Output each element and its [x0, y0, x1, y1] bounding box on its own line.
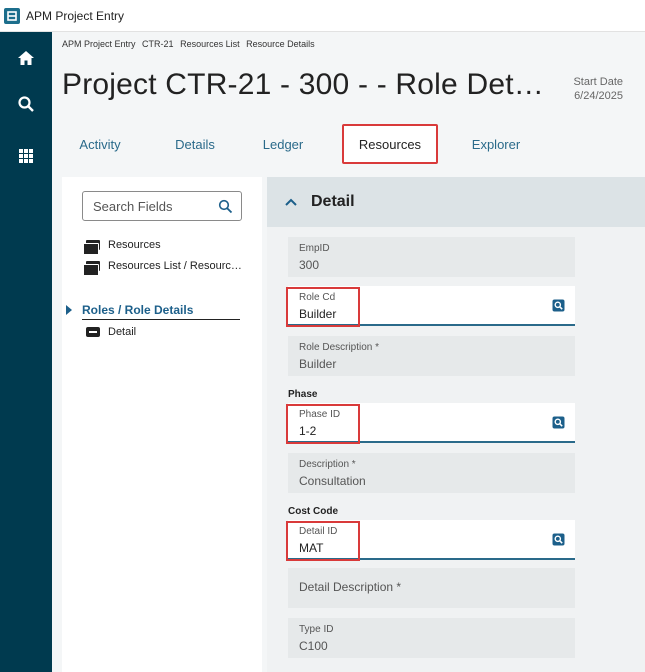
lookup-icon[interactable] [552, 299, 565, 312]
phase-group-label: Phase [288, 389, 318, 400]
search-icon[interactable] [218, 199, 233, 214]
highlight-box [286, 521, 360, 561]
detail-panel: Detail EmpID 300 Role Cd Builder Role De… [267, 177, 645, 672]
breadcrumb-item[interactable]: APM Project Entry [62, 39, 136, 49]
field-navigator: Search Fields Resources Resources List /… [62, 177, 262, 672]
apps-button[interactable] [0, 134, 52, 178]
field-label: Description * [299, 459, 356, 470]
breadcrumb: APM Project Entry CTR-21 Resources List … [62, 39, 319, 49]
start-date-label: Start Date [573, 76, 623, 88]
tab-activity[interactable]: Activity [74, 124, 126, 164]
tab-details[interactable]: Details [170, 124, 220, 164]
tab-bar: Activity Details Ledger Resources Explor… [52, 124, 645, 164]
description-field: Description * Consultation [288, 453, 575, 493]
field-label: Role Description * [299, 342, 380, 353]
caret-right-icon [66, 305, 72, 315]
breadcrumb-item[interactable]: Resource Details [246, 39, 315, 49]
tree-item-label: Resources [108, 239, 161, 251]
tree-item-resources[interactable]: Resources [83, 239, 161, 255]
search-nav-button[interactable] [0, 82, 52, 126]
lookup-icon[interactable] [552, 416, 565, 429]
detail-icon [86, 327, 100, 337]
search-icon [18, 96, 34, 112]
page-header: APM Project Entry CTR-21 Resources List … [52, 32, 645, 177]
window-title: APM Project Entry [26, 8, 125, 23]
highlight-box [286, 404, 360, 444]
tab-explorer[interactable]: Explorer [466, 124, 526, 164]
tree-item-resources-list[interactable]: Resources List / Resourc… [83, 260, 242, 276]
field-label: Detail Description * [299, 580, 402, 594]
field-value: Builder [299, 357, 337, 371]
home-icon [18, 51, 34, 65]
app-window: APM Project Entry APM Project Entry CTR-… [0, 0, 645, 672]
page-title: Project CTR-21 - 300 - - Role Det… [62, 68, 544, 101]
breadcrumb-item[interactable]: Resources List [180, 39, 240, 49]
apps-grid-icon [19, 149, 33, 163]
highlight-box [286, 287, 360, 327]
start-date: Start Date 6/24/2025 [573, 75, 623, 103]
search-fields-placeholder: Search Fields [93, 198, 173, 214]
tree-item-label: Resources List / Resourc… [108, 260, 242, 272]
type-id-field: Type ID C100 [288, 618, 575, 658]
field-value: 300 [299, 258, 320, 272]
breadcrumb-item[interactable]: CTR-21 [142, 39, 174, 49]
tab-ledger[interactable]: Ledger [260, 124, 306, 164]
tree-item-detail[interactable]: Detail [86, 326, 136, 338]
field-label: EmpID [299, 243, 330, 254]
stack-icon [83, 240, 100, 255]
empid-field: EmpID 300 [288, 237, 575, 277]
stack-icon [83, 261, 100, 276]
detail-section-header[interactable]: Detail [267, 177, 645, 227]
field-value: C100 [299, 639, 328, 653]
chevron-up-icon[interactable] [285, 198, 297, 206]
tree-item-label: Detail [108, 326, 137, 338]
start-date-value: 6/24/2025 [574, 90, 623, 102]
app-logo-icon [4, 7, 20, 24]
tab-resources[interactable]: Resources [342, 124, 438, 164]
detail-description-field: Detail Description * [288, 568, 575, 608]
field-label: Type ID [299, 624, 334, 635]
role-description-field: Role Description * Builder [288, 336, 575, 376]
nav-rail [0, 32, 52, 672]
cost-code-group-label: Cost Code [288, 506, 338, 517]
title-bar: APM Project Entry [0, 0, 645, 32]
search-fields-input[interactable]: Search Fields [82, 191, 242, 221]
field-value: Consultation [299, 474, 366, 488]
lookup-icon[interactable] [552, 533, 565, 546]
detail-section-title: Detail [311, 193, 355, 210]
section-roles-role-details[interactable]: Roles / Role Details [82, 300, 240, 320]
home-button[interactable] [0, 36, 52, 80]
